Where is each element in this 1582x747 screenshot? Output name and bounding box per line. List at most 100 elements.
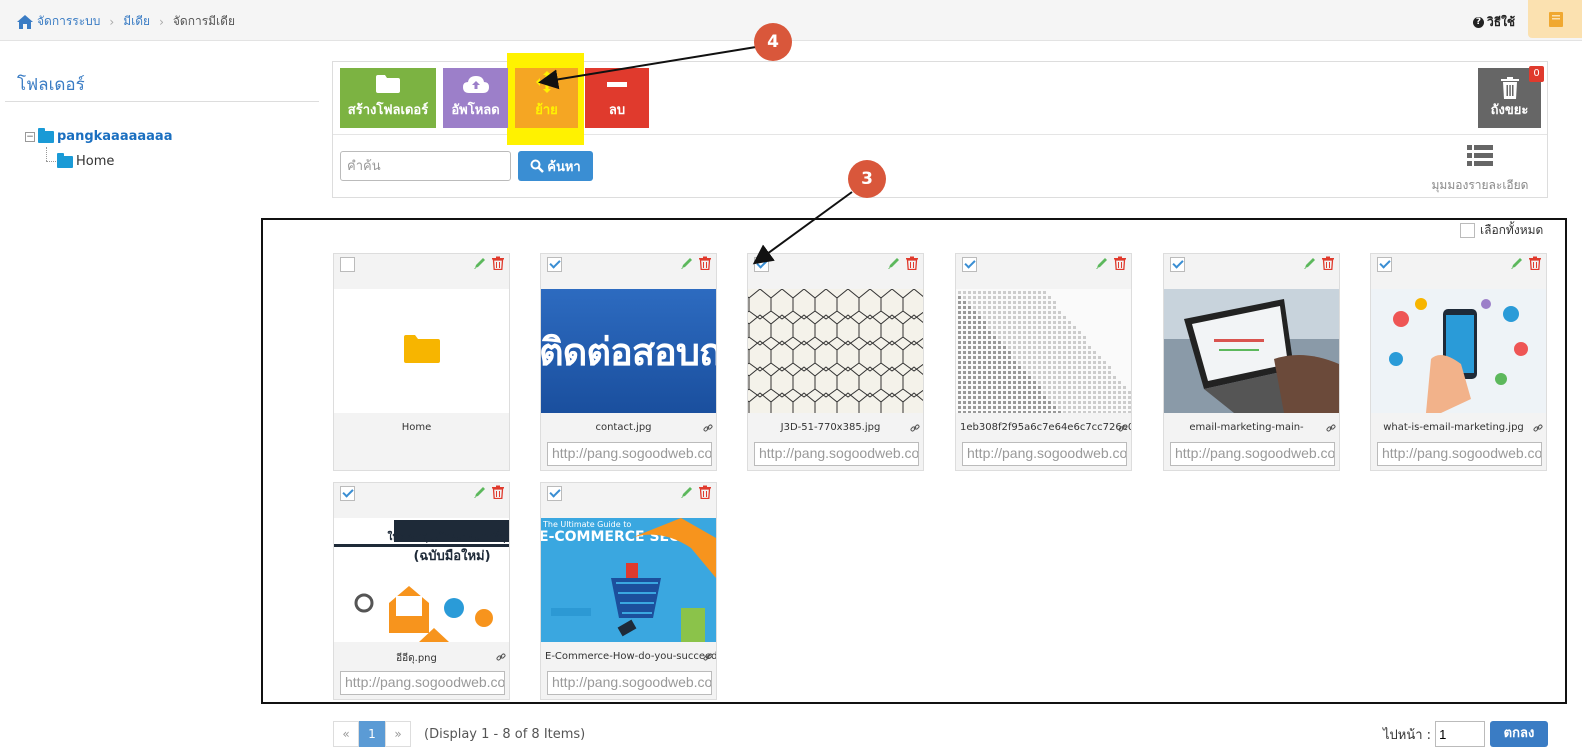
trash-count-badge: 0 bbox=[1529, 66, 1544, 82]
media-card[interactable]: Home bbox=[333, 253, 510, 471]
breadcrumb-media[interactable]: มีเดีย bbox=[123, 12, 150, 31]
checkbox[interactable] bbox=[1460, 223, 1475, 238]
card-url-field[interactable]: http://pang.sogoodweb.com bbox=[754, 442, 919, 466]
book-icon bbox=[1549, 12, 1563, 27]
card-thumbnail[interactable] bbox=[1164, 289, 1339, 413]
card-url-field[interactable]: http://pang.sogoodweb.com bbox=[1170, 442, 1335, 466]
page-1-button[interactable]: 1 bbox=[359, 721, 385, 747]
trash-icon[interactable] bbox=[1113, 256, 1127, 270]
card-checkbox[interactable] bbox=[1377, 257, 1392, 272]
card-filename: J3D-51-770x385.jpg bbox=[780, 422, 881, 433]
card-filename: อีอีดุ.png bbox=[396, 653, 437, 664]
contact-thumbnail: ติดต่อสอบถ bbox=[541, 289, 716, 413]
card-url-field[interactable]: http://pang.sogoodweb.com bbox=[962, 442, 1127, 466]
card-url-field[interactable]: http://pang.sogoodweb.com bbox=[547, 671, 712, 695]
media-card[interactable]: 1eb308f2f95a6c7e64e6c7cc726e0c0e.jpg http… bbox=[955, 253, 1132, 471]
card-filename: E-Commerce-How-do-you-succeed bbox=[545, 651, 716, 662]
pencil-icon[interactable] bbox=[473, 256, 487, 270]
search-button[interactable]: ค้นหา bbox=[518, 151, 593, 181]
collapse-icon[interactable]: − bbox=[25, 131, 35, 142]
folder-icon bbox=[38, 127, 54, 143]
pagination: « 1 » (Display 1 - 8 of 8 Items) bbox=[333, 721, 585, 747]
move-button[interactable]: ย้าย bbox=[515, 68, 578, 128]
pencil-icon[interactable] bbox=[887, 256, 901, 270]
pencil-icon[interactable] bbox=[1095, 256, 1109, 270]
card-filename: what-is-email-marketing.jpg bbox=[1383, 422, 1524, 433]
home-icon bbox=[17, 14, 33, 29]
help-link[interactable]: ? วิธีใช้ bbox=[1473, 13, 1515, 32]
create-folder-button[interactable]: สร้างโฟลเดอร์ bbox=[340, 68, 436, 128]
card-filename: email-marketing-main- bbox=[1189, 422, 1304, 433]
link-icon[interactable] bbox=[703, 652, 713, 662]
svg-text:ให้ตรงกลุ่มเป้าหมายมากที่สุด!: ให้ตรงกลุ่มเป้าหมายมากที่สุด! bbox=[387, 529, 509, 543]
folder-icon bbox=[376, 75, 400, 93]
pencil-icon[interactable] bbox=[680, 256, 694, 270]
card-thumbnail[interactable]: ติดต่อสอบถ bbox=[541, 289, 716, 413]
folder-icon bbox=[57, 152, 73, 168]
link-icon[interactable] bbox=[1533, 423, 1543, 433]
sidebar-title: โฟลเดอร์ bbox=[17, 75, 85, 95]
breadcrumb-home[interactable]: จัดการระบบ bbox=[37, 12, 100, 31]
card-filename: contact.jpg bbox=[595, 422, 652, 433]
pencil-icon[interactable] bbox=[680, 485, 694, 499]
dots-thumbnail bbox=[956, 289, 1131, 413]
card-thumbnail[interactable] bbox=[748, 289, 923, 413]
card-checkbox[interactable] bbox=[340, 257, 355, 272]
pencil-icon[interactable] bbox=[473, 485, 487, 499]
card-url-field[interactable]: http://pang.sogoodweb.com bbox=[1377, 442, 1542, 466]
link-icon[interactable] bbox=[1326, 423, 1336, 433]
delete-button[interactable]: ลบ bbox=[585, 68, 649, 128]
trash-icon[interactable] bbox=[1321, 256, 1335, 270]
card-thumbnail[interactable] bbox=[1371, 289, 1546, 413]
media-card[interactable]: ให้ตรงกลุ่มเป้าหมายมากที่สุด! (ฉบับมือใหม… bbox=[333, 482, 510, 700]
trash-icon[interactable] bbox=[491, 256, 505, 270]
next-page-button[interactable]: » bbox=[385, 721, 411, 747]
delete-label: ลบ bbox=[608, 103, 626, 118]
card-checkbox[interactable] bbox=[340, 486, 355, 501]
media-card[interactable]: J3D-51-770x385.jpg http://pang.sogoodweb.… bbox=[747, 253, 924, 471]
card-checkbox[interactable] bbox=[962, 257, 977, 272]
cloud-upload-icon bbox=[462, 76, 489, 93]
goto-page-input[interactable] bbox=[1435, 721, 1486, 747]
media-card[interactable]: ติดต่อสอบถ contact.jpg http://pang.sogoodw… bbox=[540, 253, 717, 471]
link-icon[interactable] bbox=[1118, 423, 1128, 433]
pagination-info: (Display 1 - 8 of 8 Items) bbox=[424, 726, 586, 742]
card-thumbnail[interactable] bbox=[334, 289, 509, 413]
card-thumbnail[interactable]: ให้ตรงกลุ่มเป้าหมายมากที่สุด! (ฉบับมือใหม… bbox=[334, 518, 509, 642]
pencil-icon[interactable] bbox=[1303, 256, 1317, 270]
trash-icon[interactable] bbox=[491, 485, 505, 499]
upload-label: อัพโหลด bbox=[451, 103, 500, 118]
trash-icon[interactable] bbox=[698, 256, 712, 270]
link-icon[interactable] bbox=[496, 652, 506, 662]
card-url-field[interactable]: http://pang.sogoodweb.com bbox=[547, 442, 712, 466]
manual-button[interactable] bbox=[1528, 0, 1582, 38]
select-all-checkbox[interactable]: เลือกทั้งหมด bbox=[1460, 221, 1543, 240]
trash-label: ถังขยะ bbox=[1490, 103, 1529, 118]
media-card[interactable]: email-marketing-main-http://pang.sogoodw… bbox=[1163, 253, 1340, 471]
svg-text:(ฉบับมือใหม่): (ฉบับมือใหม่) bbox=[413, 547, 490, 564]
goto-button[interactable]: ตกลง bbox=[1490, 721, 1548, 747]
prev-page-button[interactable]: « bbox=[333, 721, 359, 747]
minus-icon bbox=[607, 82, 627, 87]
pencil-icon[interactable] bbox=[1510, 256, 1524, 270]
tree-item-root[interactable]: − pangkaaaaaaaa bbox=[25, 127, 172, 144]
link-icon[interactable] bbox=[910, 423, 920, 433]
trash-icon[interactable] bbox=[905, 256, 919, 270]
media-card[interactable]: what-is-email-marketing.jpg http://pang.s… bbox=[1370, 253, 1547, 471]
upload-button[interactable]: อัพโหลด bbox=[443, 68, 508, 128]
card-thumbnail[interactable]: The Ultimate Guide to E-COMMERCE SEO bbox=[541, 518, 716, 642]
tree-item-home[interactable]: Home bbox=[57, 152, 114, 169]
media-card[interactable]: The Ultimate Guide to E-COMMERCE SEO E-Com… bbox=[540, 482, 717, 700]
card-checkbox[interactable] bbox=[547, 486, 562, 501]
card-thumbnail[interactable] bbox=[956, 289, 1131, 413]
search-input[interactable] bbox=[340, 151, 511, 181]
question-icon: ? bbox=[1473, 17, 1484, 28]
card-checkbox[interactable] bbox=[754, 257, 769, 272]
link-icon[interactable] bbox=[703, 423, 713, 433]
trash-icon[interactable] bbox=[1528, 256, 1542, 270]
card-checkbox[interactable] bbox=[547, 257, 562, 272]
card-checkbox[interactable] bbox=[1170, 257, 1185, 272]
trash-icon[interactable] bbox=[698, 485, 712, 499]
detail-view-button[interactable]: มุมมองรายละเอียด bbox=[1430, 145, 1530, 195]
card-url-field[interactable]: http://pang.sogoodweb.com bbox=[340, 671, 505, 695]
